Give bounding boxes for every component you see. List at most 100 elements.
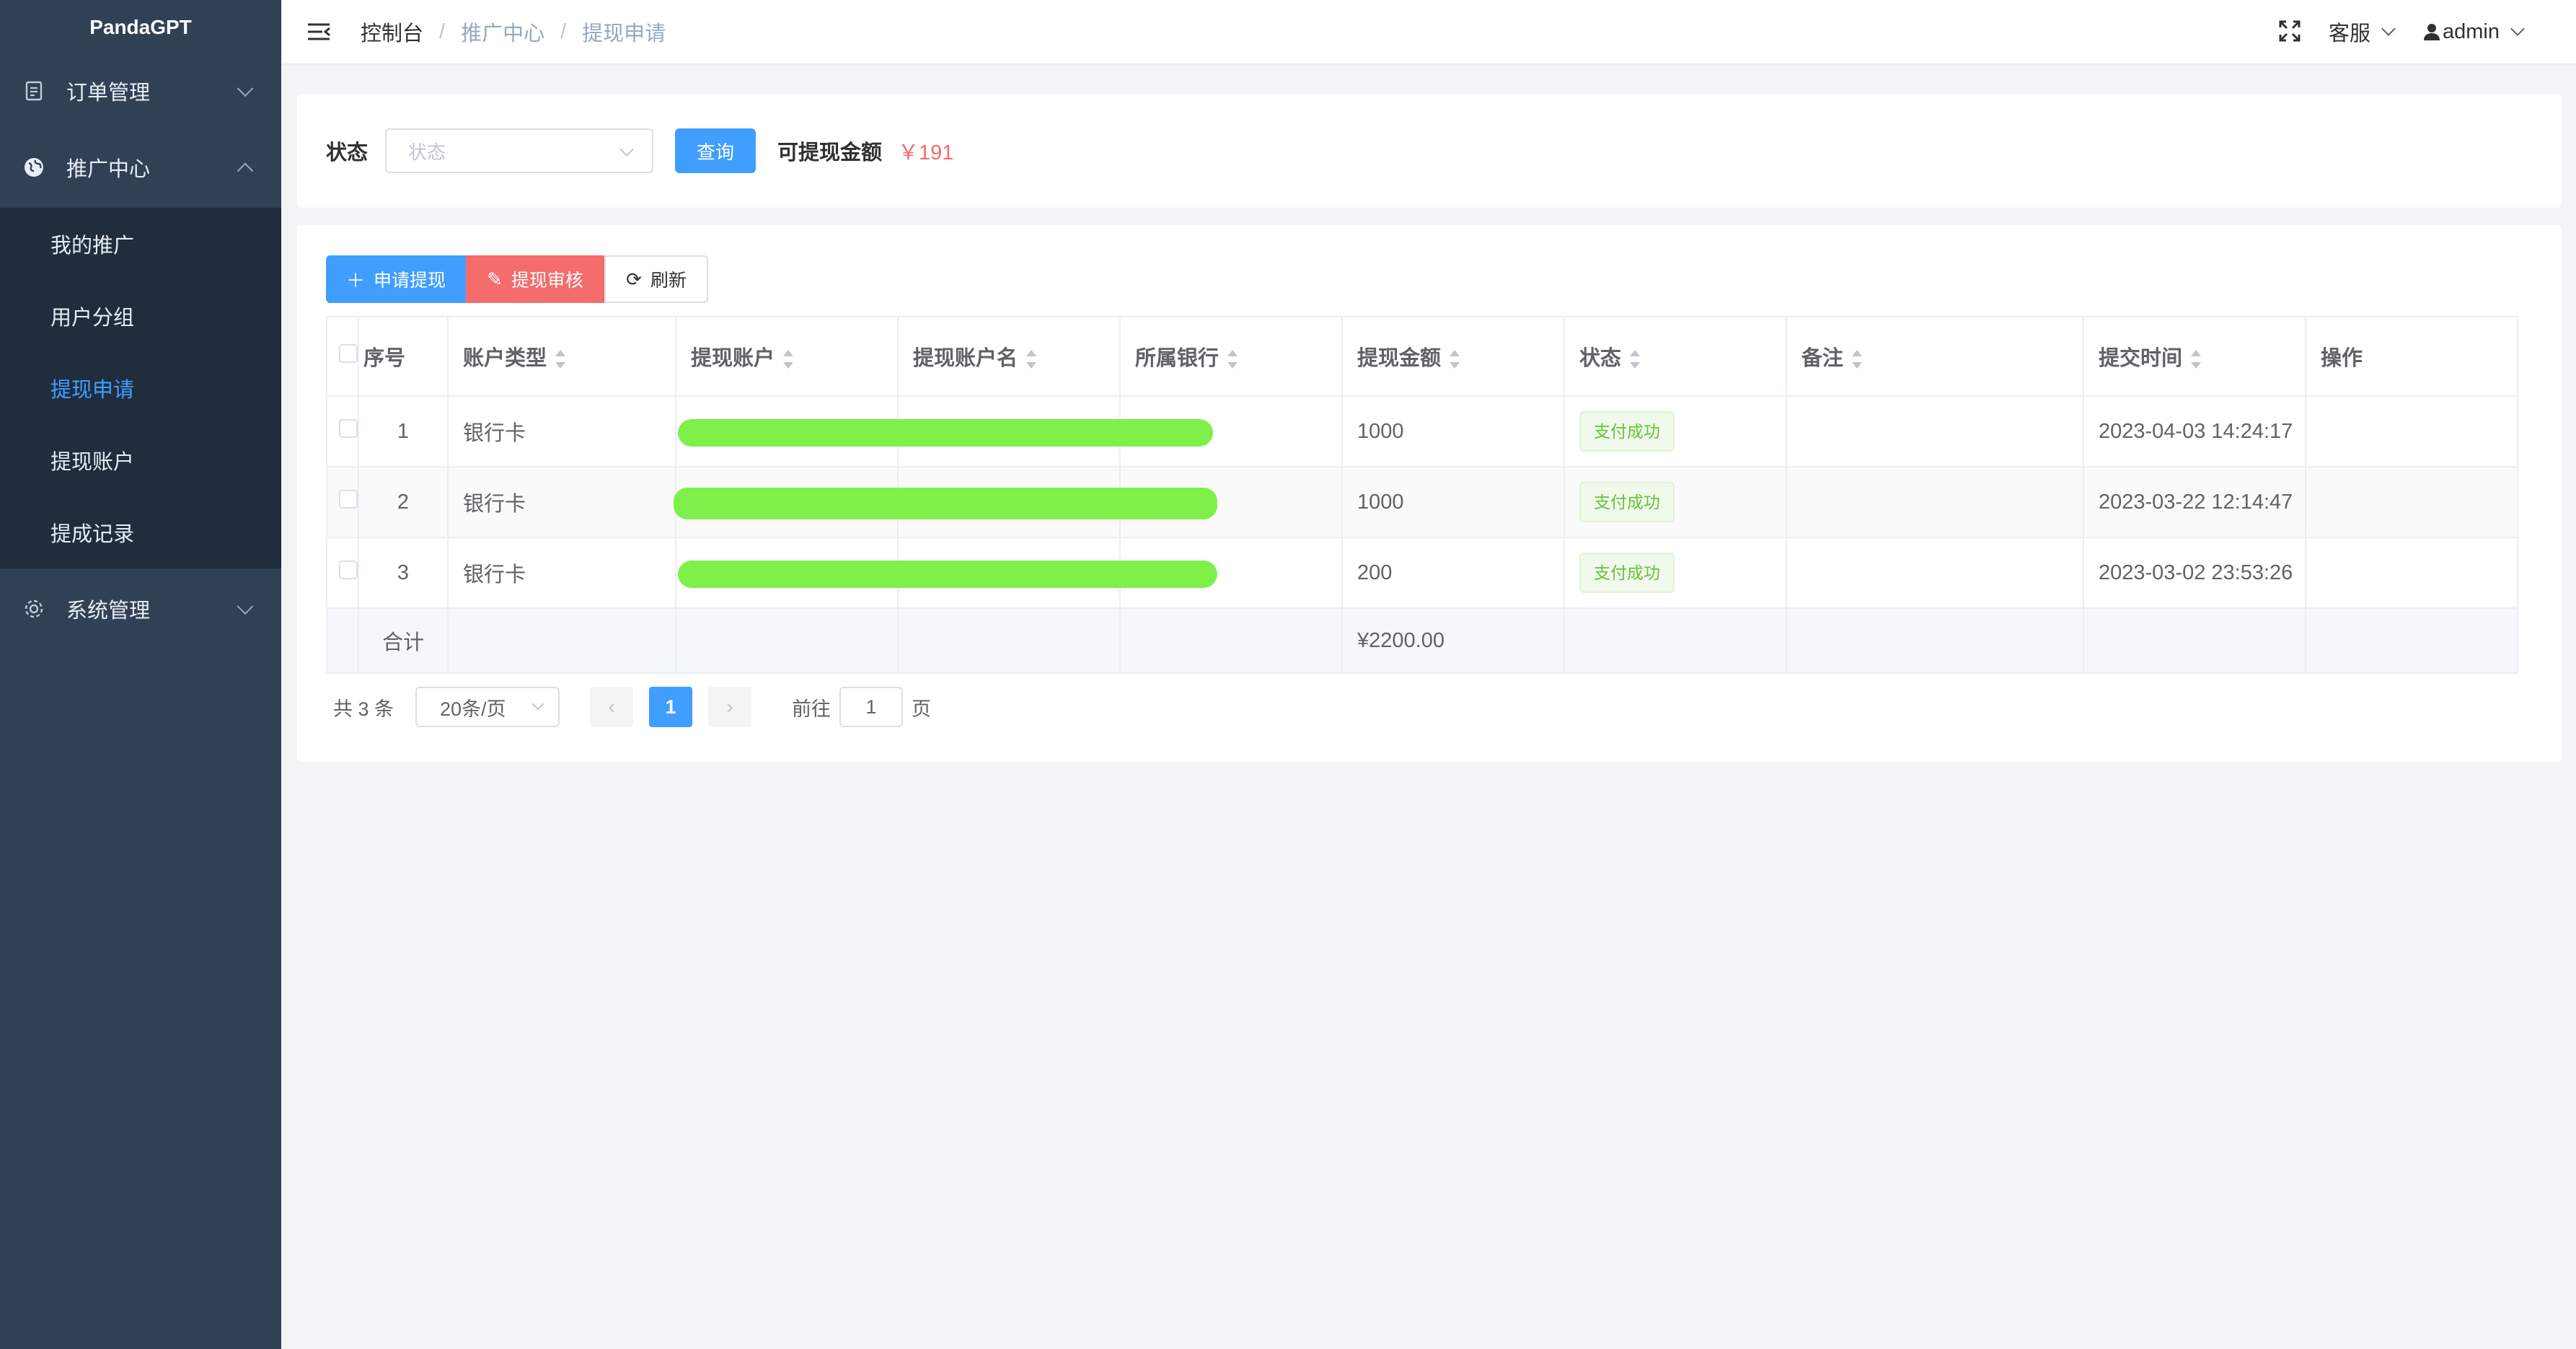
total-count: 共 3 条 bbox=[333, 698, 394, 720]
status-select-placeholder: 状态 bbox=[408, 141, 446, 163]
note-cell bbox=[1786, 537, 2084, 609]
customer-service-label: 客服 bbox=[2328, 22, 2370, 45]
breadcrumb-item: 提现申请 bbox=[582, 22, 666, 45]
redaction-mark bbox=[678, 419, 1213, 447]
column-header[interactable]: 备注 bbox=[1786, 316, 2084, 397]
summary-cell bbox=[2083, 607, 2306, 674]
column-header[interactable]: 提现账户 bbox=[675, 316, 899, 397]
status-filter-label: 状态 bbox=[326, 141, 369, 164]
sort-icon[interactable] bbox=[1450, 350, 1460, 369]
sidebar-item-promotion-center[interactable]: 推广中心 bbox=[0, 127, 281, 208]
page-size-value: 20条/页 bbox=[440, 698, 506, 720]
table-toolbar: ＋ 申请提现 ✎ 提现审核 ⟳ 刷新 bbox=[326, 255, 708, 303]
column-header: 序号 bbox=[358, 316, 449, 397]
status-select[interactable]: 状态 bbox=[385, 128, 654, 173]
column-header[interactable]: 状态 bbox=[1563, 316, 1787, 397]
filter-bar: 状态 状态 查询 可提现金额 ￥191 bbox=[297, 94, 2562, 208]
goto-prefix: 前往 bbox=[792, 698, 832, 720]
status-cell: 支付成功 bbox=[1563, 466, 1787, 538]
withdraw-table: 序号 账户类型 提现账户 提现账户名 所属银行 提现金额 状态 备注 提交时间 … bbox=[326, 316, 2518, 674]
sidebar-item-withdraw-account[interactable]: 提现账户 bbox=[0, 424, 281, 496]
sidebar-item-user-groups[interactable]: 用户分组 bbox=[0, 280, 281, 352]
chevron-up-icon bbox=[237, 162, 254, 180]
query-button[interactable]: 查询 bbox=[675, 128, 757, 173]
next-page-button[interactable]: › bbox=[708, 687, 752, 727]
sort-icon[interactable] bbox=[783, 350, 794, 369]
sort-icon[interactable] bbox=[1026, 350, 1037, 369]
actions-cell bbox=[2305, 537, 2518, 609]
time-cell: 2023-03-22 12:14:47 bbox=[2083, 466, 2306, 538]
summary-cell bbox=[326, 607, 359, 674]
column-header: 操作 bbox=[2305, 316, 2518, 397]
row-select-cell bbox=[326, 395, 359, 467]
goto-page-input[interactable]: 1 bbox=[839, 687, 904, 727]
account-type-cell: 银行卡 bbox=[447, 537, 676, 609]
sidebar-item-commission-records[interactable]: 提成记录 bbox=[0, 496, 281, 568]
withdraw-audit-button[interactable]: ✎ 提现审核 bbox=[466, 255, 604, 303]
page-number-current[interactable]: 1 bbox=[649, 687, 693, 727]
breadcrumb-item[interactable]: 控制台 bbox=[361, 17, 423, 47]
page-size-select[interactable]: 20条/页 bbox=[415, 687, 560, 727]
column-header[interactable]: 提交时间 bbox=[2083, 316, 2306, 397]
customer-service-dropdown[interactable]: 客服 bbox=[2328, 17, 2396, 47]
sidebar-item-label: 推广中心 bbox=[66, 158, 151, 181]
status-badge: 支付成功 bbox=[1579, 411, 1675, 452]
sidebar-item-order-management[interactable]: 订单管理 bbox=[0, 55, 281, 127]
column-header[interactable]: 提现金额 bbox=[1341, 316, 1565, 397]
actions-cell bbox=[2305, 395, 2518, 467]
sort-icon[interactable] bbox=[1227, 350, 1238, 369]
gear-icon bbox=[22, 597, 46, 621]
pagination: 共 3 条 20条/页 ‹ 1 › 前往 1 页 bbox=[333, 687, 931, 727]
user-dropdown[interactable]: admin bbox=[2424, 20, 2525, 44]
fullscreen-icon[interactable] bbox=[2278, 19, 2303, 44]
redaction-mark bbox=[674, 488, 1217, 519]
sort-icon[interactable] bbox=[2191, 350, 2202, 369]
prev-page-button[interactable]: ‹ bbox=[590, 687, 634, 727]
redaction-mark bbox=[678, 561, 1217, 588]
chevron-left-icon: ‹ bbox=[608, 695, 615, 718]
row-checkbox[interactable] bbox=[339, 490, 358, 509]
column-header[interactable]: 账户类型 bbox=[447, 316, 676, 397]
sort-icon[interactable] bbox=[1852, 350, 1863, 369]
index-cell: 2 bbox=[358, 466, 449, 538]
chevron-right-icon: › bbox=[726, 695, 733, 718]
sort-icon[interactable] bbox=[1630, 350, 1641, 369]
select-all-cell bbox=[326, 316, 359, 397]
menu-toggle-icon[interactable] bbox=[304, 17, 333, 46]
row-checkbox[interactable] bbox=[339, 419, 358, 438]
document-icon bbox=[22, 79, 46, 103]
row-checkbox[interactable] bbox=[339, 561, 358, 579]
status-cell: 支付成功 bbox=[1563, 537, 1787, 609]
sidebar-item-system-management[interactable]: 系统管理 bbox=[0, 568, 281, 649]
sidebar-item-withdraw-request[interactable]: 提现申请 bbox=[0, 352, 281, 424]
summary-amount: ¥2200.00 bbox=[1341, 607, 1565, 674]
index-cell: 1 bbox=[358, 395, 449, 467]
globe-icon bbox=[22, 155, 46, 180]
summary-cell bbox=[1119, 607, 1343, 674]
status-cell: 支付成功 bbox=[1563, 395, 1787, 467]
sort-icon[interactable] bbox=[555, 350, 566, 369]
amount-cell: 1000 bbox=[1341, 466, 1565, 538]
note-cell bbox=[1786, 395, 2084, 467]
time-cell: 2023-04-03 14:24:17 bbox=[2083, 395, 2306, 467]
column-header[interactable]: 所属银行 bbox=[1119, 316, 1343, 397]
breadcrumb-separator: / bbox=[439, 19, 446, 43]
edit-icon: ✎ bbox=[487, 268, 503, 290]
apply-withdraw-label: 申请提现 bbox=[374, 271, 446, 291]
chevron-down-icon bbox=[2510, 22, 2525, 36]
account-type-cell: 银行卡 bbox=[447, 466, 676, 538]
apply-withdraw-button[interactable]: ＋ 申请提现 bbox=[326, 255, 466, 303]
column-header[interactable]: 提现账户名 bbox=[897, 316, 1121, 397]
sidebar-item-my-promotion[interactable]: 我的推广 bbox=[0, 208, 281, 280]
status-badge: 支付成功 bbox=[1579, 553, 1675, 593]
summary-cell bbox=[675, 607, 899, 674]
select-all-checkbox[interactable] bbox=[339, 344, 358, 363]
row-select-cell bbox=[326, 537, 359, 609]
refresh-button[interactable]: ⟳ 刷新 bbox=[604, 255, 708, 303]
chevron-down-icon bbox=[531, 698, 544, 711]
table-row: 2 银行卡 1000 支付成功 2023-03-22 12:14:47 bbox=[326, 466, 2518, 538]
refresh-icon: ⟳ bbox=[626, 268, 642, 290]
plus-icon: ＋ bbox=[345, 269, 365, 291]
available-amount-label: 可提现金额 bbox=[777, 141, 883, 164]
sidebar-item-label: 系统管理 bbox=[66, 599, 151, 623]
